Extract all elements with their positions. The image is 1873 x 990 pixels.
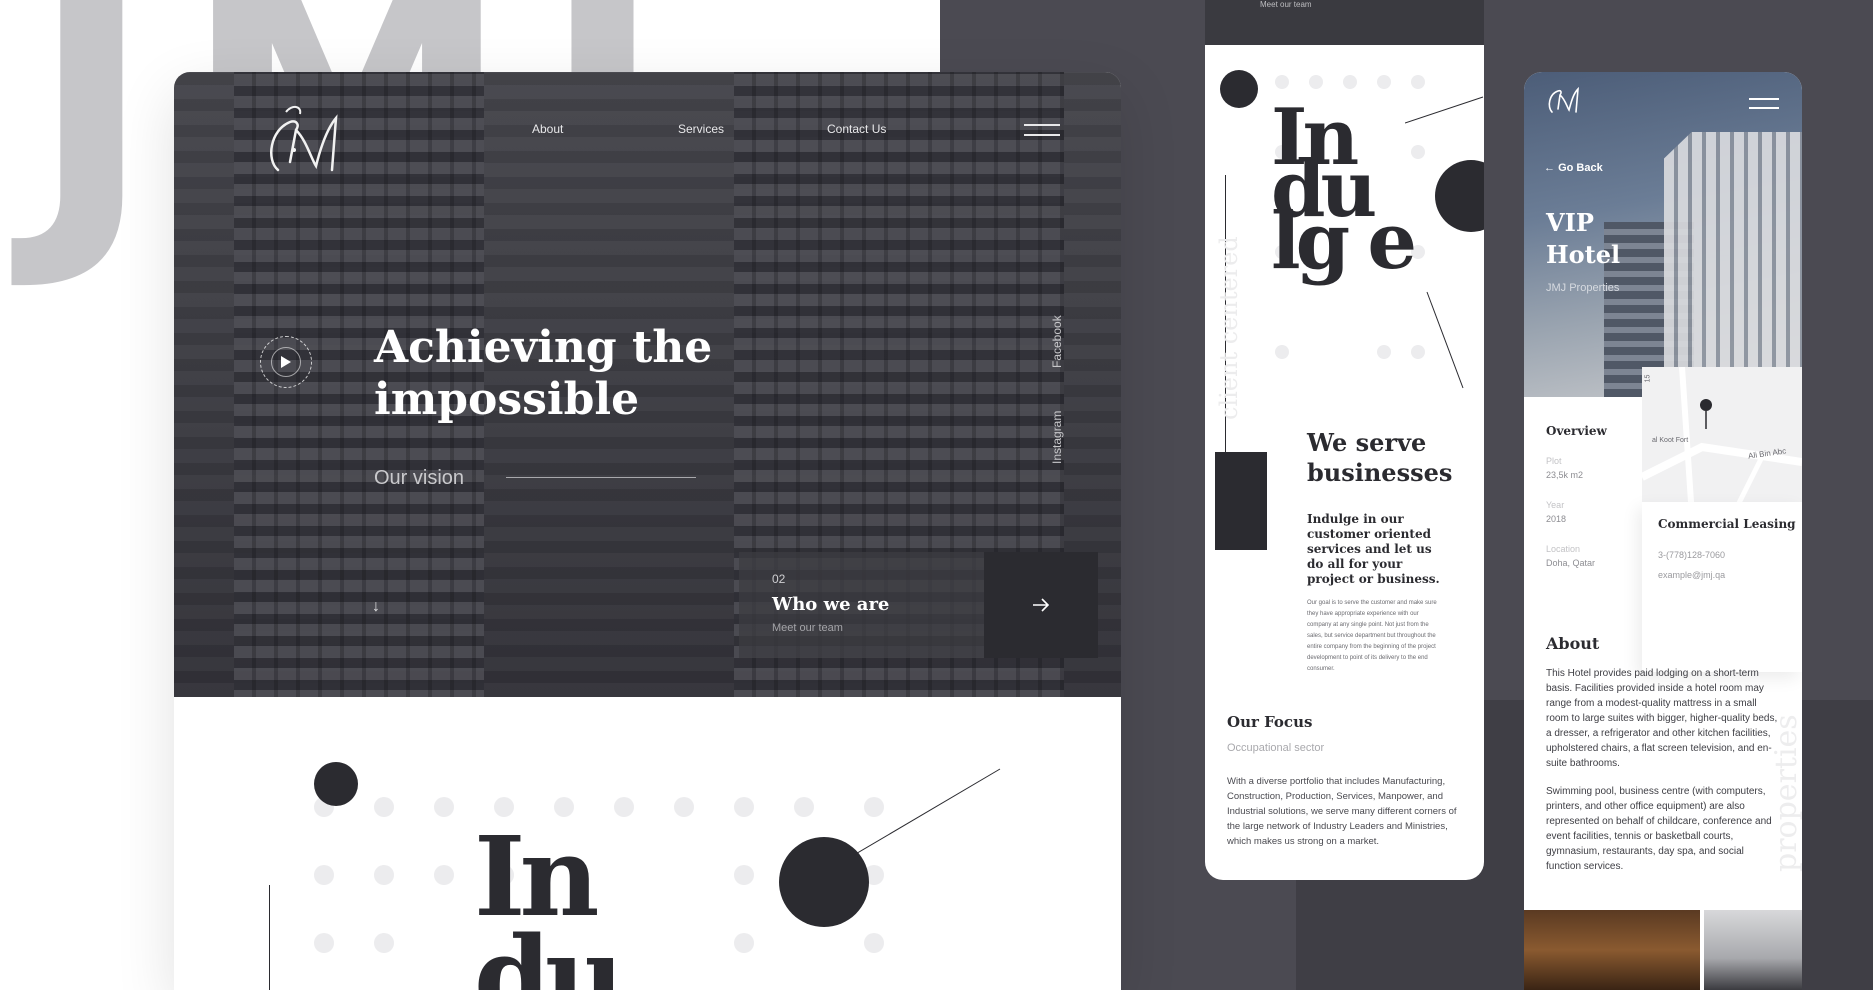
vision-divider — [506, 477, 696, 478]
indulge-section: In du — [174, 697, 1121, 990]
arrow-left-icon: ← — [1544, 162, 1559, 174]
play-button[interactable] — [260, 336, 312, 388]
overview-title: Overview — [1546, 424, 1607, 438]
plot-value: 23,5k m2 — [1546, 470, 1584, 480]
year-value: 2018 — [1546, 514, 1567, 524]
map-label-fort: al Koot Fort — [1652, 437, 1689, 444]
focus-text: With a diverse portfolio that includes M… — [1227, 776, 1457, 847]
nav-about[interactable]: About — [532, 122, 563, 136]
menu-hamburger-icon[interactable] — [1749, 97, 1779, 109]
go-back-button[interactable]: ← Go Back — [1544, 162, 1603, 174]
about-paragraph-1: This Hotel provides paid lodging on a sh… — [1546, 668, 1778, 769]
go-back-label: Go Back — [1558, 162, 1603, 174]
lease-title: Commercial Leasing — [1658, 517, 1796, 531]
who-number: 02 — [772, 572, 786, 586]
mobile-mockup-property: ← Go Back VIP Hotel JMJ Properties al Ko… — [1524, 72, 1802, 990]
hotel-building — [1664, 132, 1802, 397]
lease-email[interactable]: example@jmj.qa — [1658, 570, 1725, 580]
social-facebook[interactable]: Facebook — [1050, 315, 1064, 368]
decor-block — [1215, 452, 1267, 550]
mobile-mockup-services: Meet our team In du lg e client centered… — [1205, 0, 1484, 880]
jmj-logo[interactable] — [256, 100, 352, 186]
location-map[interactable]: al Koot Fort Ali Bin Abc 15 — [1642, 367, 1802, 517]
social-instagram[interactable]: Instagram — [1050, 411, 1064, 464]
year-label: Year — [1546, 500, 1565, 510]
decor-circle-half — [1435, 160, 1484, 232]
arrow-right-icon — [1033, 598, 1050, 612]
plot-label: Plot — [1546, 456, 1562, 466]
vision-link[interactable]: Our vision — [374, 467, 464, 490]
meet-team-text: Meet our team — [1260, 0, 1312, 9]
location-value: Doha, Qatar — [1546, 558, 1596, 568]
commercial-leasing-card: Commercial Leasing 3-(778)128-7060 examp… — [1642, 502, 1802, 672]
property-title: VIP Hotel — [1546, 208, 1621, 269]
focus-subtitle: Occupational sector — [1227, 742, 1325, 754]
gallery-photo-kitchen[interactable] — [1704, 910, 1802, 990]
gallery-photo-interior[interactable] — [1524, 910, 1700, 990]
lease-phone[interactable]: 3-(778)128-7060 — [1658, 550, 1725, 560]
focus-title: Our Focus — [1227, 713, 1313, 731]
desktop-mockup: About Services Contact Us Achieving the … — [174, 72, 1121, 990]
jmj-logo[interactable] — [1544, 82, 1584, 118]
map-label-number: 15 — [1644, 374, 1652, 383]
nav-contact[interactable]: Contact Us — [827, 122, 886, 136]
who-we-are-card[interactable]: 02 Who we are Meet our team — [739, 552, 984, 658]
arrow-down-icon[interactable]: ↓ — [372, 598, 380, 616]
indulge-word: In du — [474, 812, 625, 990]
location-label: Location — [1546, 544, 1581, 554]
decor-circle — [1220, 70, 1258, 108]
hero-section: About Services Contact Us Achieving the … — [174, 72, 1121, 712]
who-subtitle: Meet our team — [772, 622, 843, 634]
serve-heading: We serve businesses — [1307, 428, 1453, 487]
decor-line-diagonal — [1426, 291, 1464, 389]
about-title: About — [1546, 634, 1600, 653]
next-button[interactable] — [984, 552, 1098, 658]
indulge-word: In du lg e — [1271, 92, 1417, 287]
top-image: Meet our team — [1205, 0, 1484, 45]
serve-body: Our goal is to serve the customer and ma… — [1307, 600, 1437, 672]
client-centered-text: client centered — [1215, 236, 1243, 420]
menu-hamburger-icon[interactable] — [1024, 122, 1060, 138]
property-company: JMJ Properties — [1546, 282, 1620, 294]
decor-line — [854, 768, 1001, 856]
nav-services[interactable]: Services — [678, 122, 724, 136]
hero-title: Achieving the impossible — [374, 322, 713, 425]
decor-vertical-line — [269, 885, 270, 990]
serve-lead: Indulge in our customer oriented service… — [1307, 512, 1440, 586]
decor-circle-small — [314, 762, 358, 806]
about-paragraph-2: Swimming pool, business centre (with com… — [1546, 786, 1772, 872]
play-icon — [281, 356, 291, 368]
who-title: Who we are — [772, 594, 890, 615]
